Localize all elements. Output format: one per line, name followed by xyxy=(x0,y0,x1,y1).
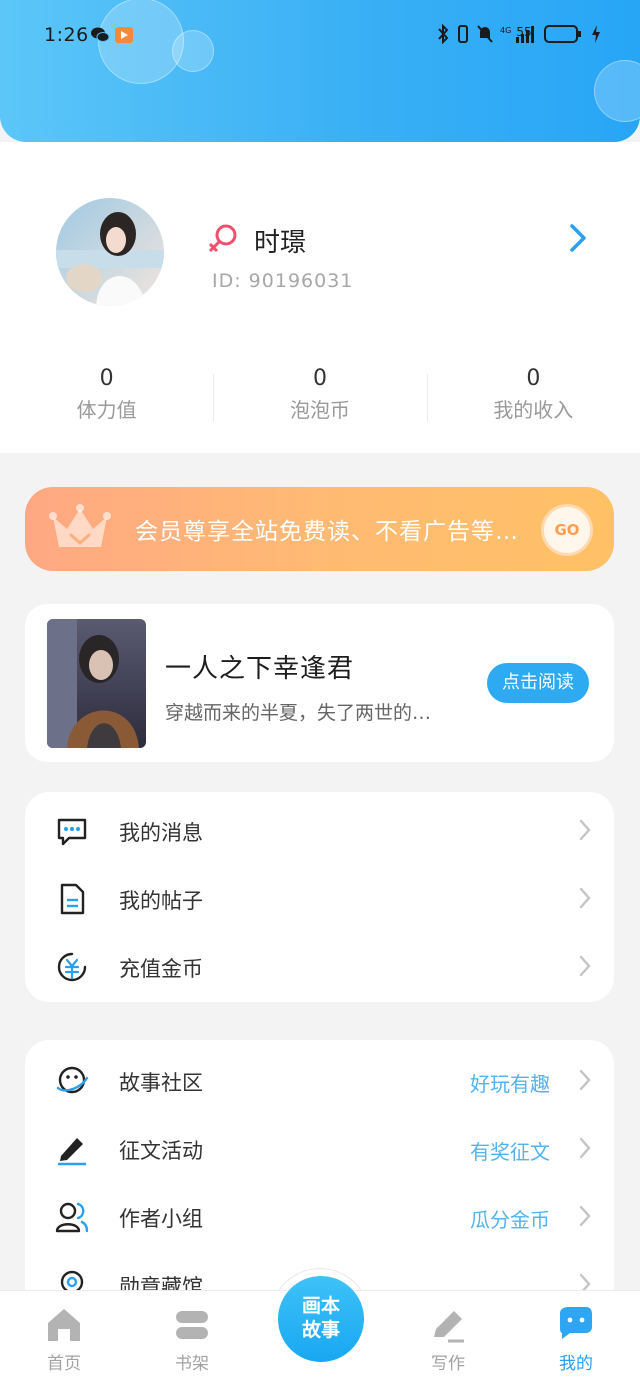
user-id: ID: 90196031 xyxy=(212,270,354,292)
menu-hint: 有奖征文 xyxy=(470,1140,550,1164)
vip-promo-text: 会员尊享全站免费读、不看广告等… xyxy=(135,519,519,545)
stat-label: 泡泡币 xyxy=(289,398,350,422)
go-button[interactable]: GO xyxy=(541,504,593,556)
book-title: 一人之下幸逢君 xyxy=(165,654,355,684)
book-description: 穿越而来的半夏，失了两世的… xyxy=(165,702,432,724)
vibrate-icon xyxy=(458,25,468,43)
menu-hint: 瓜分金币 xyxy=(470,1208,550,1232)
menu-hint: 好玩有趣 xyxy=(470,1072,550,1096)
menu-card-primary: 我的消息 我的帖子 充值金币 xyxy=(25,792,614,1002)
tab-label: 首页 xyxy=(47,1354,81,1374)
status-right: 4G 55 xyxy=(436,24,602,44)
tab-label: 我的 xyxy=(559,1354,593,1374)
chevron-right-icon xyxy=(579,819,591,841)
battery-level: 55 xyxy=(516,25,532,39)
svg-text:4G: 4G xyxy=(500,26,511,35)
vip-banner[interactable]: 会员尊享全站免费读、不看广告等… GO xyxy=(25,487,614,571)
chevron-right-icon xyxy=(579,887,591,909)
home-icon xyxy=(48,1309,80,1341)
menu-label: 充值金币 xyxy=(119,957,203,981)
menu-item-author-group[interactable]: 作者小组 瓜分金币 xyxy=(25,1186,614,1246)
menu-label: 我的消息 xyxy=(119,821,203,845)
battery-icon xyxy=(544,25,581,43)
message-icon xyxy=(57,818,87,846)
menu-label: 作者小组 xyxy=(119,1207,203,1231)
menu-label: 我的帖子 xyxy=(119,889,203,913)
pencil-icon xyxy=(58,1138,86,1166)
menu-item-essay-contest[interactable]: 征文活动 有奖征文 xyxy=(25,1118,614,1178)
stat-bubble-coins[interactable]: 0 泡泡币 xyxy=(213,364,426,434)
stat-income[interactable]: 0 我的收入 xyxy=(426,364,640,434)
charging-icon xyxy=(592,25,600,43)
menu-item-story-community[interactable]: 故事社区 好玩有趣 xyxy=(25,1050,614,1110)
stat-value: 0 xyxy=(526,366,541,391)
stat-stamina[interactable]: 0 体力值 xyxy=(0,364,213,434)
bookshelf-icon xyxy=(176,1311,208,1339)
center-tab-line2: 故事 xyxy=(301,1319,340,1341)
users-icon xyxy=(55,1202,89,1233)
stat-value: 0 xyxy=(99,366,114,391)
status-time: 1:26 xyxy=(44,24,89,46)
coin-icon xyxy=(57,952,87,982)
book-cover[interactable] xyxy=(47,619,146,748)
stats-row: 0 体力值 0 泡泡币 0 我的收入 xyxy=(0,364,640,434)
book-card[interactable]: 一人之下幸逢君 穿越而来的半夏，失了两世的… 点击阅读 xyxy=(25,604,614,762)
chevron-right-icon xyxy=(579,1137,591,1159)
chevron-right-icon xyxy=(579,955,591,977)
center-tab-line1: 画本 xyxy=(301,1295,340,1317)
chevron-right-icon[interactable] xyxy=(566,222,590,254)
write-icon xyxy=(434,1311,464,1343)
menu-item-posts[interactable]: 我的帖子 xyxy=(25,868,614,928)
status-bar: 1:26 4G 55 xyxy=(0,20,640,52)
decor-bubble xyxy=(594,60,640,122)
mute-bell-icon xyxy=(477,25,493,43)
menu-label: 征文活动 xyxy=(119,1139,203,1163)
read-button[interactable]: 点击阅读 xyxy=(487,663,589,703)
female-icon xyxy=(208,224,237,253)
menu-label: 故事社区 xyxy=(119,1071,203,1095)
tab-label: 写作 xyxy=(431,1354,465,1374)
document-icon xyxy=(60,883,85,915)
planet-icon xyxy=(56,1066,89,1094)
tab-mine[interactable]: 我的 xyxy=(526,1305,626,1374)
menu-item-recharge[interactable]: 充值金币 xyxy=(25,936,614,996)
tab-picture-story[interactable]: 画本 故事 xyxy=(278,1276,364,1362)
wechat-icon xyxy=(91,27,110,42)
bluetooth-icon xyxy=(438,24,449,44)
chevron-right-icon xyxy=(579,1069,591,1091)
chevron-right-icon xyxy=(579,1205,591,1227)
tab-home[interactable]: 首页 xyxy=(14,1305,114,1374)
tab-write[interactable]: 写作 xyxy=(398,1305,498,1374)
mine-icon xyxy=(560,1307,592,1339)
crown-icon xyxy=(49,504,111,547)
stat-value: 0 xyxy=(312,366,327,391)
stat-label: 我的收入 xyxy=(493,398,574,422)
avatar[interactable] xyxy=(56,198,164,306)
menu-item-messages[interactable]: 我的消息 xyxy=(25,800,614,860)
tab-label: 书架 xyxy=(175,1354,209,1374)
profile-card[interactable]: 时璟 ID: 90196031 0 体力值 0 泡泡币 0 我的收入 xyxy=(0,142,640,453)
app-notification-icon xyxy=(115,27,133,43)
stat-label: 体力值 xyxy=(76,398,137,422)
tab-bookshelf[interactable]: 书架 xyxy=(142,1305,242,1374)
username: 时璟 xyxy=(254,228,307,258)
